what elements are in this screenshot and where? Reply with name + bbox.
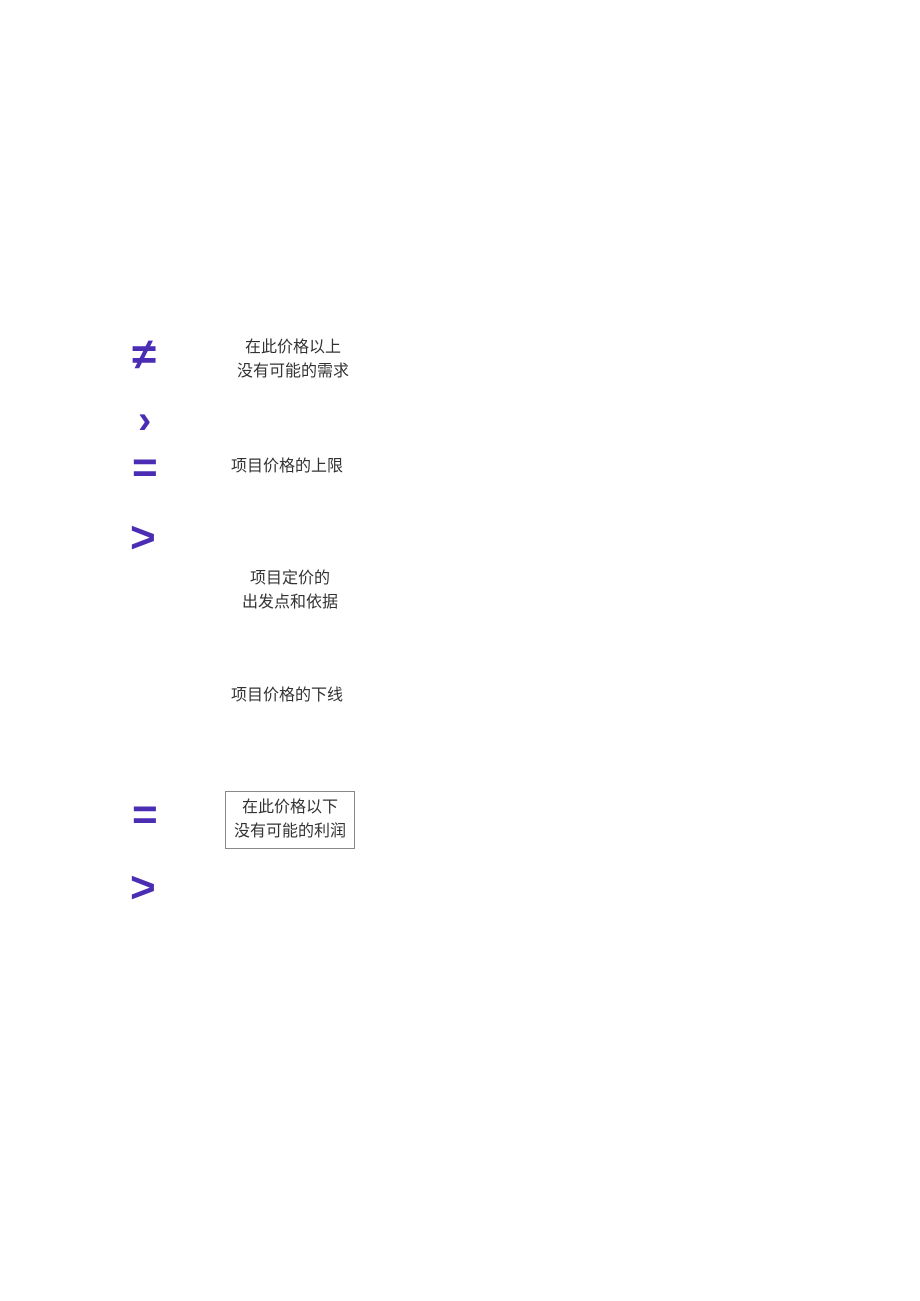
equal-icon-2: =	[132, 790, 158, 840]
angle-icon: ›	[138, 398, 151, 443]
upper-no-demand-label: 在此价格以上没有可能的需求	[228, 336, 358, 384]
price-lower-limit-label: 项目价格的下线	[222, 684, 352, 708]
lower-no-profit-label: 在此价格以下没有可能的利润	[225, 791, 355, 849]
greater-than-icon-2: >	[130, 863, 156, 913]
price-upper-limit-label: 项目价格的上限	[222, 455, 352, 479]
greater-than-icon-1: >	[130, 513, 156, 563]
not-equal-icon: ≠	[132, 330, 156, 380]
equal-icon-1: =	[132, 443, 158, 493]
pricing-basis-label: 项目定价的出发点和依据	[230, 567, 350, 615]
